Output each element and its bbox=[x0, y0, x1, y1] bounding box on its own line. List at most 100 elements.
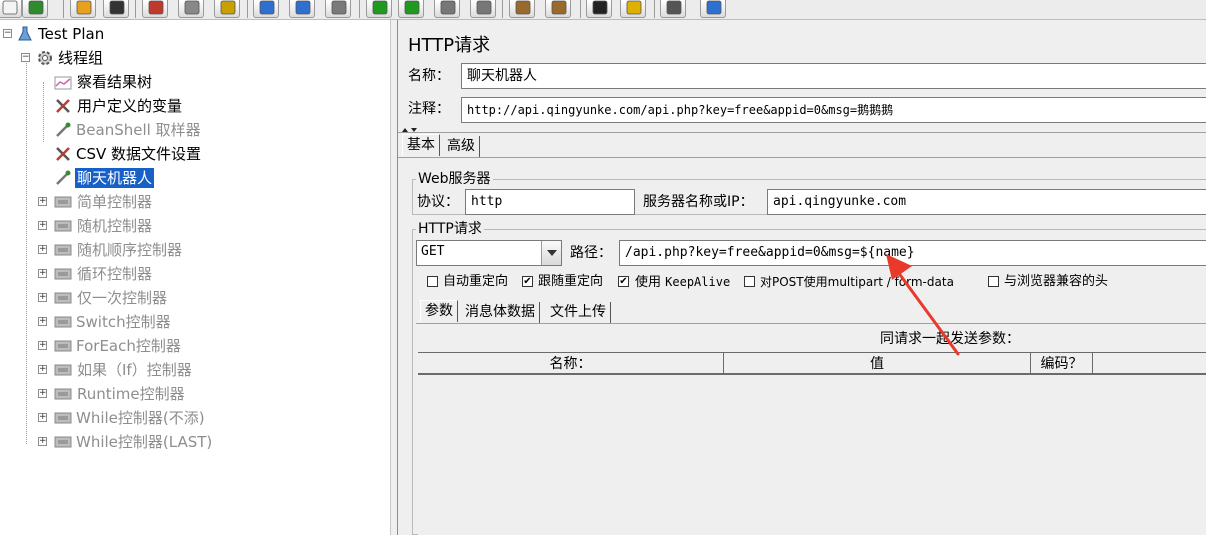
divider bbox=[398, 157, 1206, 158]
tab-parameters[interactable]: 参数 bbox=[420, 300, 458, 322]
method-select[interactable]: GET bbox=[416, 240, 562, 266]
save-icon bbox=[109, 0, 125, 15]
tree-item[interactable]: CSV 数据文件设置 bbox=[74, 144, 203, 164]
tree-item[interactable]: 简单控制器 bbox=[75, 192, 154, 212]
function-helper-icon[interactable] bbox=[660, 0, 686, 18]
tree-item[interactable]: Runtime控制器 bbox=[75, 384, 187, 404]
http-request-group-title: HTTP请求 bbox=[416, 220, 484, 238]
expand-toggle-icon[interactable]: + bbox=[38, 365, 47, 374]
expand-toggle-icon[interactable]: + bbox=[38, 269, 47, 278]
tab-basic[interactable]: 基本 bbox=[402, 134, 440, 156]
tree-item[interactable]: 用户定义的变量 bbox=[75, 96, 184, 116]
stop-icon[interactable] bbox=[434, 0, 460, 18]
tree-item[interactable]: ForEach控制器 bbox=[74, 336, 183, 356]
tree-item[interactable]: Switch控制器 bbox=[74, 312, 173, 332]
collapse-icon[interactable] bbox=[289, 0, 315, 18]
params-table-header: 名称： 值 编码？ bbox=[418, 353, 1206, 375]
controller-icon bbox=[54, 433, 72, 451]
auto-redirect-checkbox[interactable] bbox=[427, 276, 438, 287]
multipart-checkbox[interactable] bbox=[744, 276, 755, 287]
expand-toggle-icon[interactable]: + bbox=[38, 437, 47, 446]
browser-headers-label: 与浏览器兼容的头 bbox=[1004, 274, 1109, 289]
reset-search-icon[interactable] bbox=[620, 0, 646, 18]
name-field[interactable]: 聊天机器人 bbox=[461, 63, 1206, 89]
tree-item[interactable]: 循环控制器 bbox=[75, 264, 154, 284]
flask-icon bbox=[18, 26, 32, 41]
expand-toggle-icon[interactable]: + bbox=[38, 389, 47, 398]
tree-item[interactable]: 如果（If）控制器 bbox=[75, 360, 194, 380]
paste-icon bbox=[220, 0, 236, 15]
method-value: GET bbox=[421, 244, 445, 259]
pipette-icon bbox=[54, 121, 72, 139]
comment-field[interactable]: http://api.qingyunke.com/api.php?key=fre… bbox=[461, 97, 1206, 123]
tree-item[interactable]: BeanShell 取样器 bbox=[74, 120, 203, 140]
wrench-icon bbox=[54, 97, 72, 115]
tree-item[interactable]: 聊天机器人 bbox=[75, 168, 155, 188]
tab-advanced[interactable]: 高级 bbox=[443, 136, 480, 158]
chevron-down-icon[interactable] bbox=[541, 241, 561, 265]
path-label: 路径： bbox=[570, 245, 612, 261]
expand-toggle-icon[interactable]: + bbox=[38, 293, 47, 302]
auto-redirect-label: 自动重定向 bbox=[443, 274, 509, 289]
expand-toggle-icon[interactable]: + bbox=[38, 245, 47, 254]
function-helper-icon bbox=[666, 0, 682, 15]
tab-body-data[interactable]: 消息体数据 bbox=[461, 302, 540, 324]
toolbar-separator bbox=[580, 0, 581, 18]
expand-toggle-icon[interactable]: + bbox=[38, 197, 47, 206]
expand-icon[interactable] bbox=[253, 0, 279, 18]
clear-all-icon[interactable] bbox=[545, 0, 571, 18]
expand-toggle-icon[interactable]: + bbox=[38, 341, 47, 350]
follow-redirect-checkbox[interactable]: ✔ bbox=[522, 276, 533, 287]
expand-toggle-icon[interactable]: + bbox=[38, 221, 47, 230]
keepalive-checkbox[interactable]: ✔ bbox=[618, 276, 629, 287]
collapse-toggle-icon[interactable]: − bbox=[21, 53, 30, 62]
reset-search-icon bbox=[626, 0, 642, 15]
split-pane-divider[interactable] bbox=[390, 20, 398, 535]
copy-icon bbox=[184, 0, 200, 15]
controller-icon bbox=[54, 388, 72, 400]
toolbar-separator bbox=[654, 0, 655, 18]
controller-icon bbox=[54, 412, 72, 424]
tree-item[interactable]: 仅一次控制器 bbox=[75, 288, 169, 308]
start-no-pause-icon bbox=[404, 0, 420, 15]
copy-icon[interactable] bbox=[178, 0, 204, 18]
protocol-label: 协议： bbox=[417, 194, 459, 210]
toggle-icon[interactable] bbox=[325, 0, 351, 18]
tree-item[interactable]: While控制器(LAST) bbox=[74, 432, 214, 452]
tree-item[interactable]: 随机顺序控制器 bbox=[75, 240, 184, 260]
new-icon[interactable] bbox=[0, 0, 22, 18]
stop-icon bbox=[440, 0, 456, 15]
expand-toggle-icon[interactable]: + bbox=[38, 317, 47, 326]
tab-file-upload[interactable]: 文件上传 bbox=[546, 302, 611, 324]
expand-toggle-icon[interactable]: + bbox=[38, 413, 47, 422]
controller-icon bbox=[54, 268, 72, 280]
start-icon[interactable] bbox=[366, 0, 392, 18]
clear-icon bbox=[515, 0, 531, 15]
tree-item[interactable]: While控制器(不添) bbox=[74, 408, 207, 428]
tree-item[interactable]: Test Plan bbox=[36, 24, 106, 44]
protocol-field[interactable]: http bbox=[465, 189, 635, 215]
controller-icon bbox=[54, 196, 72, 208]
server-name-field[interactable]: api.qingyunke.com bbox=[767, 189, 1206, 215]
save-icon[interactable] bbox=[103, 0, 129, 18]
help-icon[interactable] bbox=[700, 0, 726, 18]
tree-item[interactable]: 线程组 bbox=[56, 48, 105, 68]
start-no-pause-icon[interactable] bbox=[398, 0, 424, 18]
clear-icon[interactable] bbox=[509, 0, 535, 18]
wrench-icon bbox=[56, 99, 70, 113]
search-icon[interactable] bbox=[586, 0, 612, 18]
column-header-name[interactable]: 名称： bbox=[418, 353, 724, 375]
paste-icon[interactable] bbox=[214, 0, 240, 18]
tree-item[interactable]: 察看结果树 bbox=[75, 72, 154, 92]
open-icon[interactable] bbox=[70, 0, 96, 18]
collapse-toggle-icon[interactable]: − bbox=[3, 29, 12, 38]
column-header-encode[interactable]: 编码？ bbox=[1031, 353, 1093, 375]
shutdown-icon[interactable] bbox=[470, 0, 496, 18]
toggle-icon bbox=[331, 0, 347, 15]
help-icon bbox=[706, 0, 722, 15]
cut-icon[interactable] bbox=[142, 0, 168, 18]
templates-icon[interactable] bbox=[22, 0, 48, 18]
browser-headers-checkbox[interactable] bbox=[988, 276, 999, 287]
pipette-icon bbox=[54, 169, 72, 187]
tree-item[interactable]: 随机控制器 bbox=[75, 216, 154, 236]
